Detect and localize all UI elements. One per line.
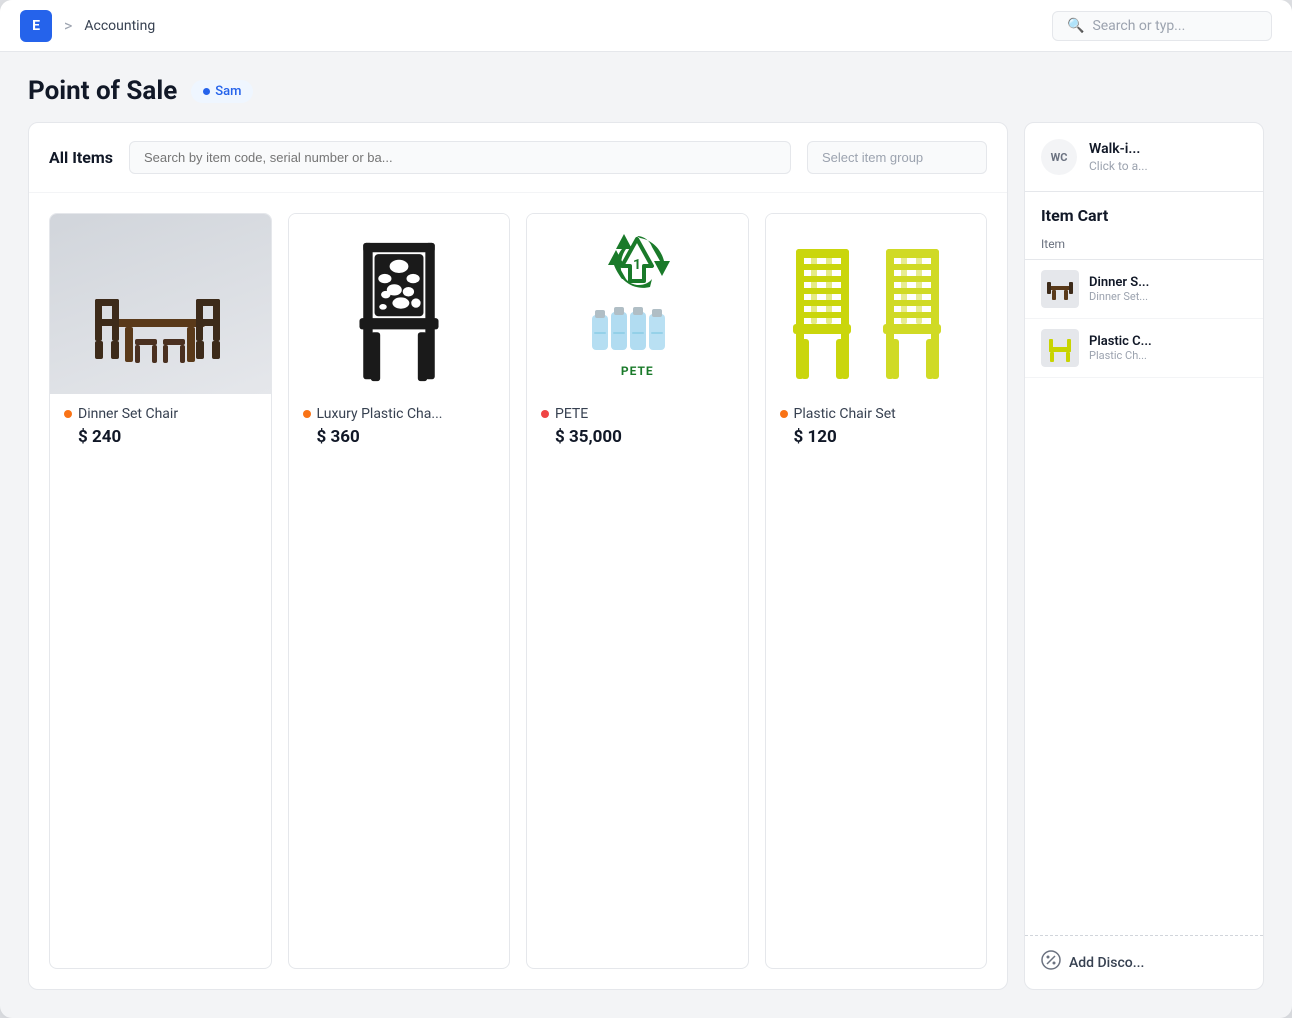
cart-items-list: Dinner S... Dinner Set... — [1025, 260, 1263, 935]
walk-in-badge: WC — [1041, 139, 1077, 175]
search-icon: 🔍 — [1067, 18, 1084, 34]
svg-text:1: 1 — [633, 257, 641, 273]
item-card-dinner-set-chair[interactable]: Dinner Set Chair $ 240 — [49, 213, 272, 969]
cart-item-sub: Plastic Ch... — [1089, 349, 1247, 362]
walk-in-subtitle: Click to a... — [1089, 159, 1148, 173]
discount-icon — [1041, 950, 1061, 975]
main-content: All Items Select item group — [0, 122, 1292, 1018]
add-discount-label: Add Disco... — [1069, 955, 1144, 971]
item-card-body: PETE $ 35,000 — [527, 394, 748, 463]
item-image-plastic-chair-set — [766, 214, 987, 394]
breadcrumb-separator: > — [64, 16, 72, 35]
item-price: $ 360 — [317, 427, 496, 447]
breadcrumb-accounting: Accounting — [84, 18, 155, 34]
walk-in-title: Walk-i... — [1089, 141, 1148, 157]
item-image-luxury-plastic-chair — [289, 214, 510, 394]
global-search[interactable]: 🔍 Search or typ... — [1052, 11, 1272, 41]
item-cart-title: Item Cart — [1025, 192, 1263, 233]
item-status-dot — [303, 410, 311, 418]
walk-in-section[interactable]: WC Walk-i... Click to a... — [1025, 123, 1263, 192]
item-name: Luxury Plastic Cha... — [317, 406, 443, 422]
cart-item-name: Plastic C... — [1089, 334, 1247, 349]
cart-item-name: Dinner S... — [1089, 275, 1247, 290]
cart-item-sub: Dinner Set... — [1089, 290, 1247, 303]
add-discount-section[interactable]: Add Disco... — [1025, 935, 1263, 989]
item-image-dinner-set-chair — [50, 214, 271, 394]
item-card-body: Dinner Set Chair $ 240 — [50, 394, 271, 463]
cart-item-info-plastic-chair: Plastic C... Plastic Ch... — [1089, 334, 1247, 362]
cart-item-info-dinner-set: Dinner S... Dinner Set... — [1089, 275, 1247, 303]
page-title: Point of Sale — [28, 76, 177, 106]
item-name: Plastic Chair Set — [794, 406, 896, 422]
item-price: $ 35,000 — [555, 427, 734, 447]
user-badge-dot — [203, 88, 210, 95]
cart-item-thumb-plastic-chair — [1041, 329, 1079, 367]
right-panel: WC Walk-i... Click to a... Item Cart Ite… — [1024, 122, 1264, 990]
item-status-dot — [780, 410, 788, 418]
item-cart-section: Item Cart Item — [1025, 192, 1263, 989]
item-card-body: Luxury Plastic Cha... $ 360 — [289, 394, 510, 463]
item-image-pete: 1 — [527, 214, 748, 394]
top-nav: E > Accounting 🔍 Search or typ... — [0, 0, 1292, 52]
cart-item-plastic-chair[interactable]: Plastic C... Plastic Ch... — [1025, 319, 1263, 378]
item-card-body: Plastic Chair Set $ 120 — [766, 394, 987, 463]
panel-toolbar: All Items Select item group — [29, 123, 1007, 193]
walk-in-info: Walk-i... Click to a... — [1089, 141, 1148, 173]
items-grid: Dinner Set Chair $ 240 — [29, 193, 1007, 989]
cart-item-thumb-dinner-set — [1041, 270, 1079, 308]
items-panel: All Items Select item group — [28, 122, 1008, 990]
item-status-dot — [64, 410, 72, 418]
item-card-plastic-chair-set[interactable]: Plastic Chair Set $ 120 — [765, 213, 988, 969]
item-card-pete[interactable]: 1 — [526, 213, 749, 969]
user-badge-label: Sam — [215, 84, 241, 99]
global-search-placeholder: Search or typ... — [1092, 18, 1185, 34]
item-status-dot — [541, 410, 549, 418]
item-group-select[interactable]: Select item group — [807, 141, 987, 174]
app-icon[interactable]: E — [20, 10, 52, 42]
app-window: E > Accounting 🔍 Search or typ... Point … — [0, 0, 1292, 1018]
panel-title: All Items — [49, 148, 113, 167]
item-price: $ 240 — [78, 427, 257, 447]
item-card-luxury-plastic-chair[interactable]: Luxury Plastic Cha... $ 360 — [288, 213, 511, 969]
item-search-input[interactable] — [129, 141, 791, 174]
item-cart-col-header: Item — [1025, 233, 1263, 260]
page-header: Point of Sale Sam — [0, 52, 1292, 122]
user-badge[interactable]: Sam — [191, 80, 253, 103]
cart-item-dinner-set[interactable]: Dinner S... Dinner Set... — [1025, 260, 1263, 319]
item-name: PETE — [555, 406, 588, 422]
item-price: $ 120 — [794, 427, 973, 447]
item-name: Dinner Set Chair — [78, 406, 178, 422]
